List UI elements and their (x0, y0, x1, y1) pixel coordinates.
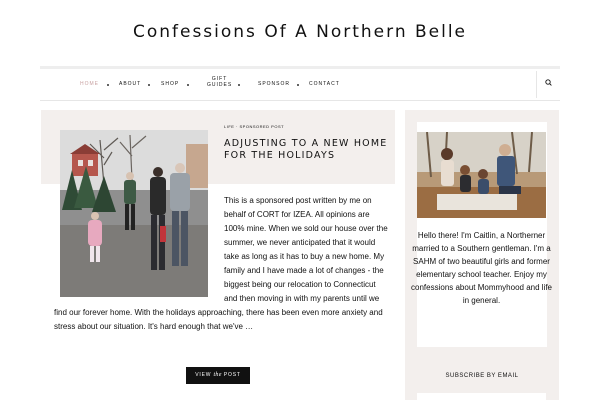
site-title[interactable]: Confessions Of A Northern Belle (0, 22, 600, 42)
view-post-label-pre: VIEW (195, 372, 214, 378)
search-icon (545, 79, 552, 86)
post-excerpt: This is a sponsored post written by me o… (54, 194, 390, 334)
nav-separator-dot (238, 84, 240, 86)
nav-separator-dot (107, 84, 109, 86)
nav-item-contact[interactable]: CONTACT (309, 81, 340, 87)
excerpt-image-spacer (54, 194, 224, 304)
main-nav: HOME ABOUT SHOP GIFT GUIDES SPONSOR CONT… (40, 69, 560, 100)
subscribe-heading: SUBSCRIBE BY EMAIL (445, 373, 519, 379)
nav-item-gift-guides[interactable]: GIFT GUIDES (207, 76, 232, 88)
subscribe-email-field[interactable] (417, 393, 546, 400)
nav-item-sponsor[interactable]: SPONSOR (258, 81, 290, 87)
nav-separator-dot (148, 84, 150, 86)
nav-search-divider (536, 71, 537, 98)
view-post-label-italic: the (213, 372, 222, 378)
nav-separator-dot (297, 84, 299, 86)
nav-item-gift-guides-line2: GUIDES (207, 82, 233, 88)
nav-separator-dot (187, 84, 189, 86)
nav-item-home[interactable]: HOME (80, 81, 99, 87)
view-post-button[interactable]: VIEW the POST (186, 367, 250, 384)
author-bio: Hello there! I'm Caitlin, a Northerner m… (411, 231, 552, 305)
author-family-photo (417, 132, 546, 218)
search-button[interactable] (542, 76, 556, 90)
view-post-label-post: POST (221, 372, 241, 378)
nav-item-shop[interactable]: SHOP (161, 81, 179, 87)
nav-bottom-divider (40, 100, 560, 101)
nav-item-about[interactable]: ABOUT (119, 81, 141, 87)
post-categories[interactable]: LIFE · SPONSORED POST (224, 124, 284, 129)
post-title[interactable]: ADJUSTING TO A NEW HOME FOR THE HOLIDAYS (224, 138, 394, 162)
